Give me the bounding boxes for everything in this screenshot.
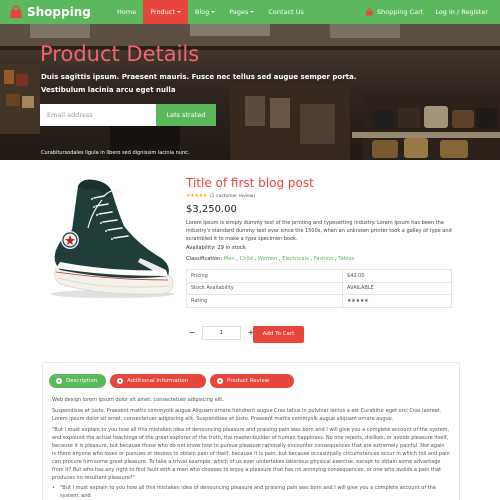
newsletter-form: Lets strated	[40, 104, 216, 126]
main-menu: Home Product Blog Pages Contact Us	[110, 0, 311, 24]
caret-down-icon	[250, 11, 255, 13]
spec-label: Pricing	[186, 269, 343, 283]
description-paragraph: "But I must explain to you how all this …	[52, 427, 450, 481]
caret-down-icon	[211, 11, 216, 13]
classification-label: Classification:	[186, 256, 223, 262]
menu-item-blog[interactable]: Blog	[188, 0, 222, 24]
details-tabs: Description Additional Information Produ…	[49, 374, 298, 388]
cart-icon	[365, 8, 373, 16]
menu-label: Blog	[194, 8, 210, 16]
top-navbar: Shopping Home Product Blog Pages Contact…	[0, 0, 500, 24]
menu-item-pages[interactable]: Pages	[222, 0, 261, 24]
info-icon	[56, 378, 62, 384]
hero-note: Curabitursodales ligula in libero sed di…	[41, 150, 190, 156]
cart-label: Shopping Cart	[376, 8, 424, 16]
description-paragraph: Suspendisse et justo. Praesent mattis co…	[52, 408, 442, 422]
availability-label: Availability:	[186, 245, 216, 251]
tab-label: Description	[66, 378, 98, 384]
hero-subtitle: Duis sagittis ipsum. Praesent mauris. Fu…	[41, 73, 357, 94]
rating-stars: ★★★★★	[186, 193, 207, 199]
product-price: $3,250.00	[186, 204, 237, 215]
shopping-bag-icon	[10, 5, 22, 18]
product-title: Title of first blog post	[186, 176, 314, 190]
category-link[interactable]: Fashion	[314, 256, 334, 262]
caret-down-icon	[176, 11, 181, 13]
decrease-quantity-button[interactable]: −	[186, 326, 198, 340]
list-item: • "But I must explain to you how all thi…	[52, 484, 450, 500]
spec-label: Rating	[186, 294, 343, 308]
spec-value: $42.00	[342, 269, 452, 283]
quantity-input[interactable]: 1	[202, 326, 241, 340]
list-item-text: "But I must explain to you how all this …	[60, 485, 436, 499]
availability-value: 29 in stock	[217, 245, 246, 251]
menu-label: Pages	[229, 8, 249, 16]
category-link[interactable]: Women	[258, 256, 278, 262]
category-link[interactable]: Child	[240, 256, 253, 262]
lets-started-button[interactable]: Lets strated	[156, 104, 216, 126]
spec-value: ★★★★★	[342, 294, 452, 308]
review-count[interactable]: (1 customer review)	[210, 194, 255, 199]
availability: Availability: 29 in stock	[186, 245, 246, 251]
bullet-icon: •	[52, 485, 55, 491]
spec-value: AVAILABLE	[342, 281, 452, 295]
hero-title: Product Details	[40, 42, 200, 66]
star-icon	[217, 378, 223, 384]
product-image-sneaker[interactable]	[42, 172, 180, 302]
login-register-link[interactable]: Log in / Register	[435, 8, 488, 16]
tab-label: Product Review	[227, 378, 270, 384]
table-row: Rating ★★★★★	[186, 294, 452, 308]
product-rating: ★★★★★ (1 customer review)	[186, 193, 255, 199]
table-row: Pricing $42.00	[186, 269, 452, 283]
tab-description[interactable]: Description	[49, 374, 106, 388]
menu-label: Contact Us	[268, 8, 304, 16]
product-description: Lorem Ipsum is simply dummy text of the …	[186, 220, 452, 242]
menu-item-home[interactable]: Home	[110, 0, 143, 24]
brand-logo[interactable]: Shopping	[8, 5, 98, 19]
email-address-input[interactable]	[40, 104, 156, 126]
tab-label: Additional Information	[127, 378, 189, 384]
menu-item-product[interactable]: Product	[143, 0, 188, 24]
quantity-stepper: − 1 +	[186, 326, 257, 340]
menu-label: Home	[117, 8, 137, 16]
spec-table: Pricing $42.00 Stock Availability AVAILA…	[186, 269, 452, 308]
spec-label: Stock Availability	[186, 281, 343, 295]
tab-product-review[interactable]: Product Review	[210, 374, 294, 388]
description-paragraph: Web design lorem ipsum dolor sit amet, c…	[52, 397, 224, 403]
menu-item-contact[interactable]: Contact Us	[261, 0, 311, 24]
info-icon	[117, 378, 123, 384]
nav-right: Shopping Cart Log in / Register	[365, 8, 488, 16]
category-link[interactable]: Men	[224, 256, 235, 262]
category-link[interactable]: Tables	[338, 256, 354, 262]
brand-name: Shopping	[27, 5, 91, 19]
classification: Classification: Men , Child , Women , El…	[186, 256, 355, 262]
add-to-cart-button[interactable]: Add To Cart	[253, 326, 304, 343]
menu-label: Product	[150, 8, 175, 16]
shopping-cart-link[interactable]: Shopping Cart	[365, 8, 423, 16]
table-row: Stock Availability AVAILABLE	[186, 281, 452, 295]
category-link[interactable]: Electricals	[282, 256, 309, 262]
tab-additional-information[interactable]: Additional Information	[110, 374, 206, 388]
hero-banner: Product Details Duis sagittis ipsum. Pra…	[0, 24, 500, 160]
